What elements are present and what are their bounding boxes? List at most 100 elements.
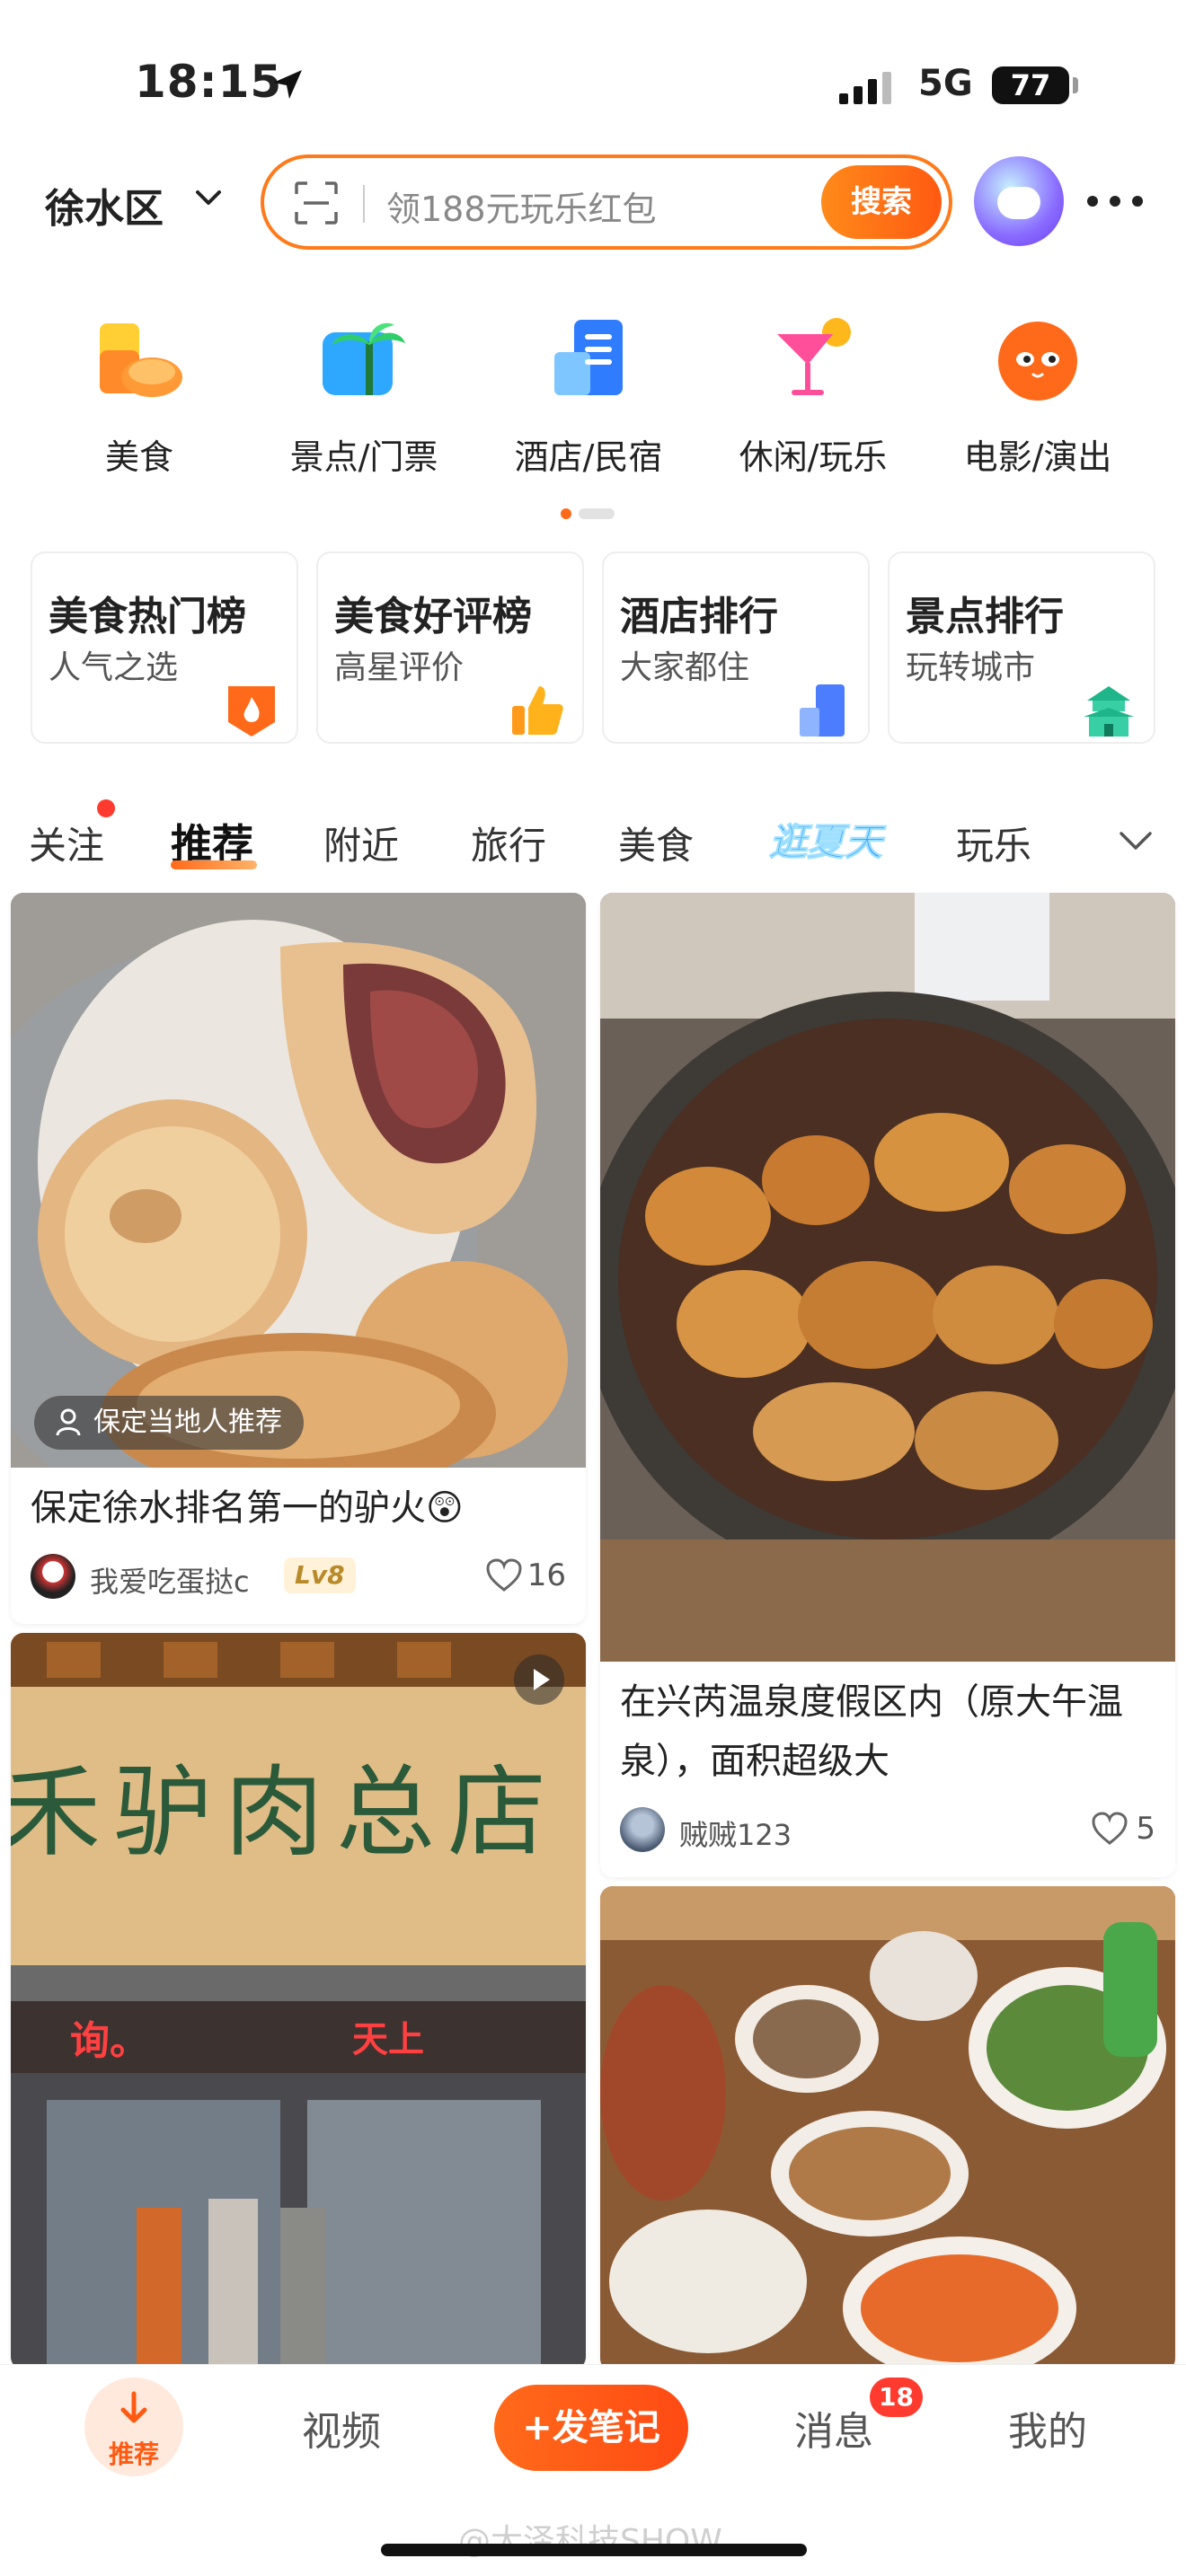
card-meta: 贼贼123 5: [620, 1807, 1155, 1852]
rank-card-food-hot[interactable]: 美食热门榜 人气之选: [31, 551, 298, 744]
scan-icon[interactable]: [293, 180, 340, 226]
feed-photo[interactable]: [600, 893, 1175, 1662]
nav-mine[interactable]: 我的: [1008, 2399, 1087, 2457]
category-grid: 美食 景点/门票 酒店/民宿 休闲/玩乐 电影/演出: [0, 305, 1186, 485]
rank-title: 美食热门榜: [49, 594, 246, 640]
like-count: 16: [527, 1557, 566, 1593]
arrow-down-icon: [120, 2391, 147, 2423]
tab-food[interactable]: 美食: [618, 816, 694, 870]
feed-photo[interactable]: [11, 893, 586, 1468]
thumbs-up-icon: [512, 686, 563, 735]
battery-tip: [1073, 77, 1078, 93]
nav-recommend-label: 推荐: [108, 2439, 159, 2469]
flame-icon: [228, 686, 275, 737]
nav-messages[interactable]: 消息: [794, 2399, 873, 2457]
tab-follow[interactable]: 关注: [29, 816, 104, 870]
category-label: 景点/门票: [289, 437, 438, 477]
rank-subtitle: 高星评价: [334, 649, 465, 686]
sign-left: 询。: [70, 2018, 149, 2064]
food-icon: [100, 323, 182, 397]
play-icon[interactable]: [514, 1654, 564, 1705]
card-title-line2[interactable]: 泉），面积超级大: [620, 1732, 890, 1791]
tab-nearby[interactable]: 附近: [323, 816, 399, 870]
rank-title: 酒店排行: [620, 594, 778, 640]
feed-card[interactable]: 禾驴肉总店 询。 天上: [11, 1633, 586, 2369]
local-recommend-tag: 保定当地人推荐: [34, 1396, 304, 1450]
ranking-cards: 美食热门榜 人气之选 美食好评榜 高星评价 酒店排行 大家都住 景点排行 玩转城…: [31, 551, 1155, 744]
chevron-down-icon[interactable]: [192, 181, 225, 214]
search-button[interactable]: 搜索: [821, 165, 942, 239]
pagoda-icon: [1084, 686, 1134, 737]
status-time: 18:15: [135, 56, 283, 108]
post-note-button[interactable]: +发笔记: [494, 2385, 688, 2471]
battery-icon: 77: [992, 66, 1069, 104]
category-scenic[interactable]: 景点/门票: [252, 305, 476, 485]
sign-right: 天上: [352, 2019, 424, 2060]
level-badge: Lv8: [284, 1557, 356, 1593]
category-label: 电影/演出: [963, 437, 1112, 477]
author-name[interactable]: 我爱吃蛋挞c: [90, 1559, 250, 1601]
category-movie[interactable]: 电影/演出: [925, 305, 1150, 485]
sign-text: 禾驴肉总店: [11, 1755, 559, 1870]
feed-tabs: 关注 推荐 附近 旅行 美食 逛夏天 玩乐: [0, 799, 1186, 880]
card-title-line1[interactable]: 在兴芮温泉度假区内（原大午温: [620, 1672, 1123, 1732]
feed-photo[interactable]: [600, 1886, 1175, 2371]
category-food[interactable]: 美食: [27, 305, 252, 485]
messages-badge: 18: [870, 2378, 923, 2417]
district-selector[interactable]: 徐水区: [45, 176, 164, 234]
search-divider: [363, 185, 365, 223]
author-name[interactable]: 贼贼123: [679, 1813, 792, 1854]
search-bar[interactable]: 领188元玩乐红包 搜索: [261, 154, 952, 250]
rank-card-hotel[interactable]: 酒店排行 大家都住: [602, 551, 870, 744]
tab-fun[interactable]: 玩乐: [956, 816, 1031, 870]
rank-subtitle: 玩转城市: [906, 649, 1036, 686]
cocktail-icon: [777, 318, 851, 395]
pager-dot: [579, 508, 615, 519]
like-count: 5: [1136, 1811, 1155, 1847]
category-leisure[interactable]: 休闲/玩乐: [701, 305, 925, 485]
search-input[interactable]: 领188元玩乐红包: [386, 181, 657, 231]
pager-dots: [561, 508, 615, 519]
nav-recommend[interactable]: 推荐: [84, 2378, 183, 2476]
category-label: 美食: [104, 437, 173, 477]
scenic-icon: [323, 322, 405, 395]
card-meta: 我爱吃蛋挞c Lv8 16: [31, 1554, 566, 1599]
avatar[interactable]: [31, 1554, 75, 1599]
pager-dot-active: [561, 508, 571, 519]
chevron-down-icon[interactable]: [1116, 826, 1155, 855]
building-icon: [800, 684, 845, 737]
feed-card[interactable]: 在兴芮温泉度假区内（原大午温 泉），面积超级大 贼贼123 5: [600, 893, 1175, 1877]
feed-card[interactable]: [600, 1886, 1175, 2371]
location-arrow-icon: [273, 70, 302, 99]
tab-travel[interactable]: 旅行: [471, 816, 546, 870]
rank-title: 美食好评榜: [334, 594, 532, 640]
home-indicator[interactable]: [381, 2544, 807, 2556]
cat-movie-icon: [998, 322, 1077, 401]
more-icon[interactable]: [1084, 192, 1146, 210]
tab-active-underline: [171, 860, 257, 869]
avatar[interactable]: [974, 156, 1064, 246]
tab-summer[interactable]: 逛夏天: [768, 812, 882, 867]
tag-text: 保定当地人推荐: [93, 1407, 282, 1438]
rank-title: 景点排行: [906, 594, 1064, 640]
card-title[interactable]: 保定徐水排名第一的驴火😲: [31, 1478, 464, 1538]
nav-video[interactable]: 视频: [302, 2399, 381, 2457]
person-icon: [56, 1408, 81, 1436]
cat-avatar-icon: [997, 187, 1040, 219]
heart-icon[interactable]: [485, 1557, 523, 1593]
signal-icon: [839, 68, 891, 104]
tab-follow-dot: [97, 799, 115, 817]
rank-subtitle: 人气之选: [49, 649, 179, 686]
avatar[interactable]: [620, 1807, 665, 1852]
category-hotel[interactable]: 酒店/民宿: [476, 305, 701, 485]
category-label: 酒店/民宿: [514, 437, 663, 477]
hotel-icon: [554, 320, 623, 395]
network-type: 5G: [918, 63, 973, 104]
status-bar: 18:15 5G 77: [0, 0, 1186, 135]
rank-subtitle: 大家都住: [620, 649, 750, 686]
feed-card[interactable]: 保定当地人推荐 保定徐水排名第一的驴火😲 我爱吃蛋挞c Lv8 16: [11, 893, 586, 1624]
rank-card-scenic[interactable]: 景点排行 玩转城市: [888, 551, 1155, 744]
rank-card-food-rating[interactable]: 美食好评榜 高星评价: [316, 551, 584, 744]
heart-icon[interactable]: [1091, 1811, 1128, 1847]
header: 徐水区 领188元玩乐红包 搜索: [0, 144, 1186, 260]
